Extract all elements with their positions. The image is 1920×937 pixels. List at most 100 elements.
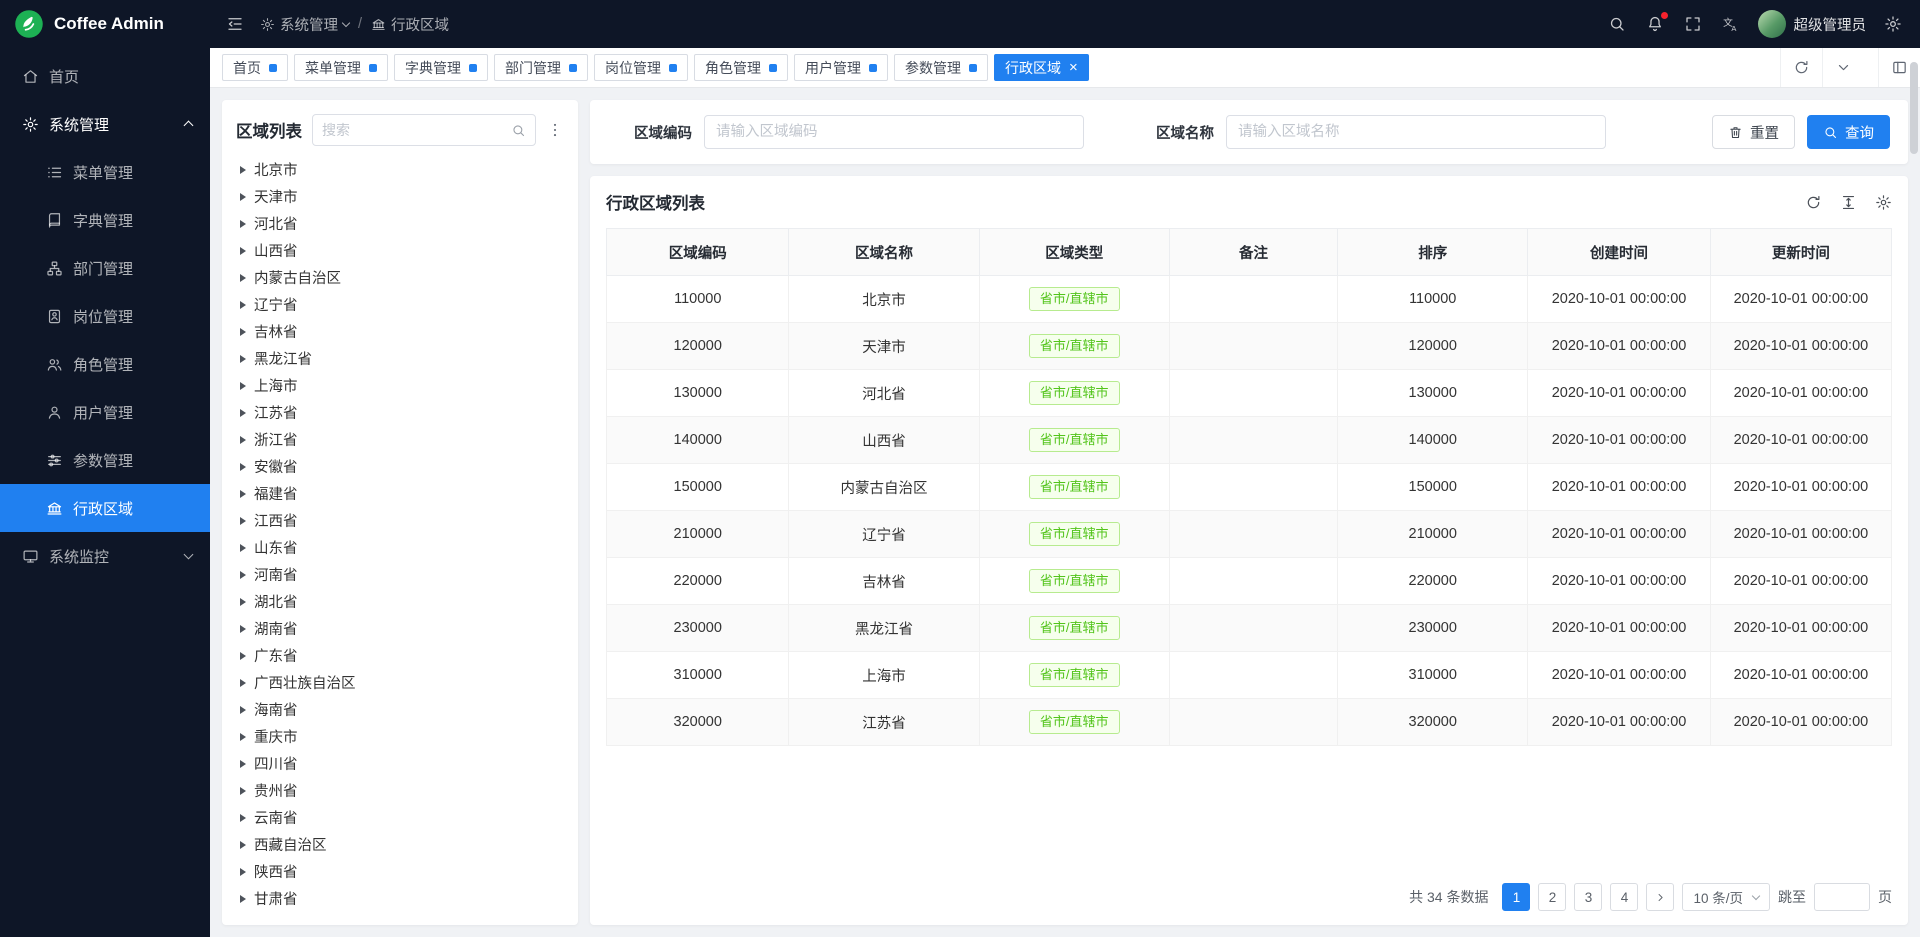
caret-right-icon[interactable] [240, 544, 246, 552]
tree-item[interactable]: 浙江省 [236, 426, 564, 453]
tree-item[interactable]: 江西省 [236, 507, 564, 534]
caret-right-icon[interactable] [240, 895, 246, 903]
fullscreen-icon[interactable] [1684, 15, 1702, 33]
tab[interactable]: 用户管理 [794, 54, 888, 81]
sidebar-item[interactable]: 部门管理 [0, 244, 210, 292]
page-button-1[interactable]: 1 [1502, 883, 1530, 911]
close-icon[interactable]: × [1069, 60, 1078, 75]
tree-item[interactable]: 安徽省 [236, 453, 564, 480]
caret-right-icon[interactable] [240, 571, 246, 579]
user-menu[interactable]: 超级管理员 [1758, 10, 1867, 38]
region-name-input[interactable] [1226, 115, 1606, 149]
tree-item[interactable]: 北京市 [236, 156, 564, 183]
bell-button[interactable] [1646, 15, 1664, 33]
caret-right-icon[interactable] [240, 841, 246, 849]
caret-right-icon[interactable] [240, 166, 246, 174]
caret-right-icon[interactable] [240, 625, 246, 633]
more-options-icon[interactable] [546, 121, 564, 139]
page-button-3[interactable]: 3 [1574, 883, 1602, 911]
tree-item[interactable]: 青海省 [236, 912, 564, 913]
tree-item[interactable]: 海南省 [236, 696, 564, 723]
tree-item[interactable]: 湖北省 [236, 588, 564, 615]
avatar[interactable] [1758, 10, 1786, 38]
page-button-2[interactable]: 2 [1538, 883, 1566, 911]
tree-item[interactable]: 山西省 [236, 237, 564, 264]
caret-right-icon[interactable] [240, 814, 246, 822]
tree-item[interactable]: 江苏省 [236, 399, 564, 426]
caret-right-icon[interactable] [240, 220, 246, 228]
caret-right-icon[interactable] [240, 436, 246, 444]
tree-item[interactable]: 内蒙古自治区 [236, 264, 564, 291]
caret-right-icon[interactable] [240, 733, 246, 741]
sidebar-collapse-icon[interactable] [226, 15, 244, 33]
reset-button[interactable]: 重置 [1712, 115, 1795, 149]
tab[interactable]: 行政区域× [994, 54, 1089, 81]
page-size-select[interactable]: 10 条/页 [1682, 883, 1770, 911]
page-button-4[interactable]: 4 [1610, 883, 1638, 911]
tree-item[interactable]: 西藏自治区 [236, 831, 564, 858]
tree-item[interactable]: 贵州省 [236, 777, 564, 804]
tree-item[interactable]: 广西壮族自治区 [236, 669, 564, 696]
tab[interactable]: 岗位管理 [594, 54, 688, 81]
tree-item[interactable]: 甘肃省 [236, 885, 564, 912]
theme-settings-icon[interactable] [1884, 15, 1902, 33]
translate-icon[interactable]: 文A [1722, 15, 1740, 33]
sidebar-item[interactable]: 岗位管理 [0, 292, 210, 340]
sidebar-item[interactable]: 参数管理 [0, 436, 210, 484]
tree-item[interactable]: 湖南省 [236, 615, 564, 642]
tree-item[interactable]: 吉林省 [236, 318, 564, 345]
caret-right-icon[interactable] [240, 679, 246, 687]
jump-page-input[interactable] [1814, 883, 1870, 911]
sidebar-item[interactable]: 用户管理 [0, 388, 210, 436]
caret-right-icon[interactable] [240, 355, 246, 363]
tab-chevron-down-button[interactable] [1822, 48, 1864, 87]
tab[interactable]: 部门管理 [494, 54, 588, 81]
caret-right-icon[interactable] [240, 517, 246, 525]
caret-right-icon[interactable] [240, 787, 246, 795]
sidebar-item[interactable]: 角色管理 [0, 340, 210, 388]
breadcrumb-item-system[interactable]: 系统管理 [260, 14, 349, 35]
caret-right-icon[interactable] [240, 247, 246, 255]
tree-item[interactable]: 山东省 [236, 534, 564, 561]
tree-item[interactable]: 云南省 [236, 804, 564, 831]
sidebar-item[interactable]: 字典管理 [0, 196, 210, 244]
caret-right-icon[interactable] [240, 409, 246, 417]
caret-right-icon[interactable] [240, 328, 246, 336]
tab[interactable]: 菜单管理 [294, 54, 388, 81]
next-page-button[interactable] [1646, 883, 1674, 911]
tab[interactable]: 字典管理 [394, 54, 488, 81]
tree-item[interactable]: 河南省 [236, 561, 564, 588]
column-height-icon[interactable] [1840, 194, 1857, 211]
tree-item[interactable]: 四川省 [236, 750, 564, 777]
gear-icon[interactable] [1875, 194, 1892, 211]
search-icon[interactable] [511, 123, 526, 138]
tab[interactable]: 首页 [222, 54, 288, 81]
tree-item[interactable]: 河北省 [236, 210, 564, 237]
caret-right-icon[interactable] [240, 463, 246, 471]
tab[interactable]: 角色管理 [694, 54, 788, 81]
scrollbar-thumb[interactable] [1910, 62, 1918, 154]
sidebar-item[interactable]: 系统管理 [0, 100, 210, 148]
tree-item[interactable]: 辽宁省 [236, 291, 564, 318]
sidebar-item[interactable]: 系统监控 [0, 532, 210, 580]
caret-right-icon[interactable] [240, 868, 246, 876]
tree-item[interactable]: 广东省 [236, 642, 564, 669]
tree-search-input[interactable] [322, 122, 505, 138]
caret-right-icon[interactable] [240, 652, 246, 660]
tab-refresh-button[interactable] [1780, 48, 1822, 87]
tab[interactable]: 参数管理 [894, 54, 988, 81]
tree-item[interactable]: 陕西省 [236, 858, 564, 885]
tree-item[interactable]: 天津市 [236, 183, 564, 210]
caret-right-icon[interactable] [240, 382, 246, 390]
caret-right-icon[interactable] [240, 706, 246, 714]
sidebar-item[interactable]: 菜单管理 [0, 148, 210, 196]
caret-right-icon[interactable] [240, 193, 246, 201]
tree-item[interactable]: 福建省 [236, 480, 564, 507]
tree-item[interactable]: 黑龙江省 [236, 345, 564, 372]
refresh-icon[interactable] [1805, 194, 1822, 211]
search-icon[interactable] [1608, 15, 1626, 33]
caret-right-icon[interactable] [240, 760, 246, 768]
breadcrumb-item-region[interactable]: 行政区域 [371, 14, 449, 35]
region-code-input[interactable] [704, 115, 1084, 149]
tree-item[interactable]: 重庆市 [236, 723, 564, 750]
